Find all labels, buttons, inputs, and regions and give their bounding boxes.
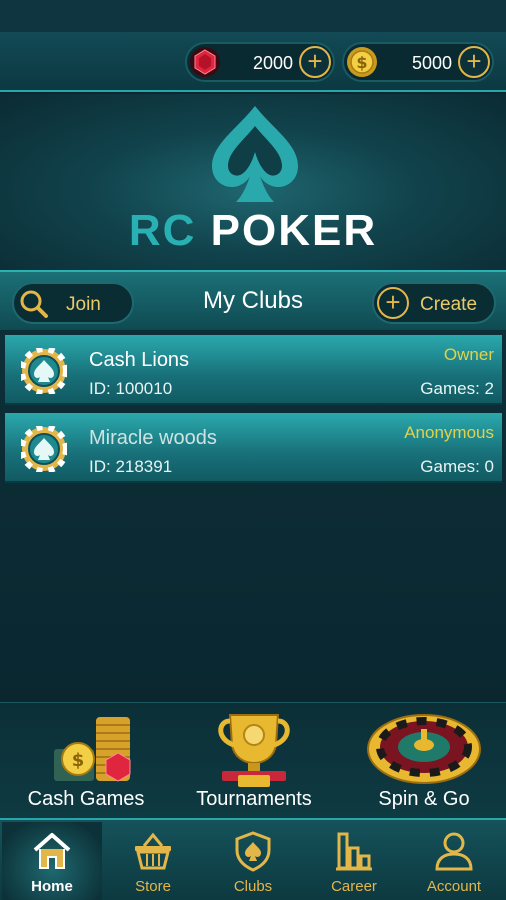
- coin-stack-icon: $: [54, 717, 131, 782]
- status-bar: [0, 0, 506, 32]
- search-icon: [20, 290, 48, 318]
- nav-career-label: Career: [331, 878, 377, 895]
- create-club-button[interactable]: + Create: [372, 282, 496, 324]
- logo-poker: POKER: [210, 206, 378, 255]
- add-coins-button[interactable]: +: [458, 46, 490, 78]
- tournaments-button[interactable]: Tournaments: [178, 703, 330, 819]
- tournaments-label: Tournaments: [196, 788, 312, 810]
- home-icon: [33, 833, 71, 869]
- coins-balance: $ 5000 +: [342, 42, 494, 82]
- trophy-icon: [218, 714, 290, 787]
- club-games: Games: 0: [420, 457, 494, 476]
- gem-icon: [190, 47, 220, 77]
- coin-icon: $: [347, 47, 377, 77]
- nav-clubs-label: Clubs: [233, 878, 273, 895]
- top-bar: 2000 + $ 5000 +: [0, 32, 506, 92]
- nav-account-label: Account: [426, 878, 482, 895]
- spin-and-go-button[interactable]: Spin & Go: [348, 703, 500, 819]
- clubs-header: Join My Clubs + Create: [0, 270, 506, 330]
- app-logo-text: RC POKER: [0, 206, 506, 256]
- club-games: Games: 2: [420, 379, 494, 398]
- club-id: ID: 218391: [89, 457, 173, 476]
- club-list-item[interactable]: Miracle woods ID: 218391 Anonymous Games…: [5, 413, 502, 483]
- cash-games-label: Cash Games: [27, 788, 145, 810]
- spade-logo-icon: [212, 106, 298, 202]
- game-modes: $ Cash Games Tournaments Spin & Go: [0, 702, 506, 818]
- club-list: Cash Lions ID: 100010 Owner Games: 2 Mir…: [0, 330, 506, 702]
- club-id: ID: 100010: [89, 379, 173, 398]
- basket-icon: [135, 832, 171, 870]
- club-chip-icon: [21, 426, 67, 472]
- join-club-button[interactable]: Join: [12, 282, 134, 324]
- club-name: Cash Lions: [89, 349, 190, 371]
- user-icon: [435, 832, 473, 871]
- nav-store-label: Store: [135, 878, 171, 895]
- join-label: Join: [66, 294, 101, 315]
- nav-account[interactable]: Account: [404, 822, 504, 900]
- nav-career[interactable]: Career: [304, 822, 404, 900]
- svg-text:$: $: [72, 750, 85, 771]
- nav-clubs[interactable]: Clubs: [203, 822, 303, 900]
- club-role: Anonymous: [404, 423, 494, 442]
- roulette-wheel-icon: [367, 714, 481, 784]
- nav-store[interactable]: Store: [103, 822, 203, 900]
- cash-games-button[interactable]: $ Cash Games: [10, 703, 162, 819]
- logo-rc: RC: [128, 206, 197, 255]
- nav-home-label: Home: [31, 878, 73, 895]
- bottom-navigation: Home Store Clubs Career Account: [0, 818, 506, 900]
- bar-chart-icon: [336, 832, 372, 871]
- club-list-item[interactable]: Cash Lions ID: 100010 Owner Games: 2: [5, 335, 502, 405]
- spin-and-go-label: Spin & Go: [378, 788, 470, 810]
- gems-balance: 2000 +: [185, 42, 335, 82]
- create-label: Create: [420, 294, 478, 315]
- shield-spade-icon: [235, 831, 271, 872]
- logo-banner: RC POKER: [0, 94, 506, 270]
- page-title: My Clubs: [202, 287, 304, 314]
- plus-icon: +: [377, 287, 409, 319]
- nav-home[interactable]: Home: [2, 822, 102, 900]
- svg-text:$: $: [356, 53, 367, 72]
- club-role: Owner: [443, 345, 494, 364]
- coins-amount: 5000: [411, 53, 452, 73]
- gems-amount: 2000: [252, 53, 293, 73]
- add-gems-button[interactable]: +: [299, 46, 331, 78]
- club-chip-icon: [21, 348, 67, 394]
- club-name: Miracle woods: [89, 427, 217, 449]
